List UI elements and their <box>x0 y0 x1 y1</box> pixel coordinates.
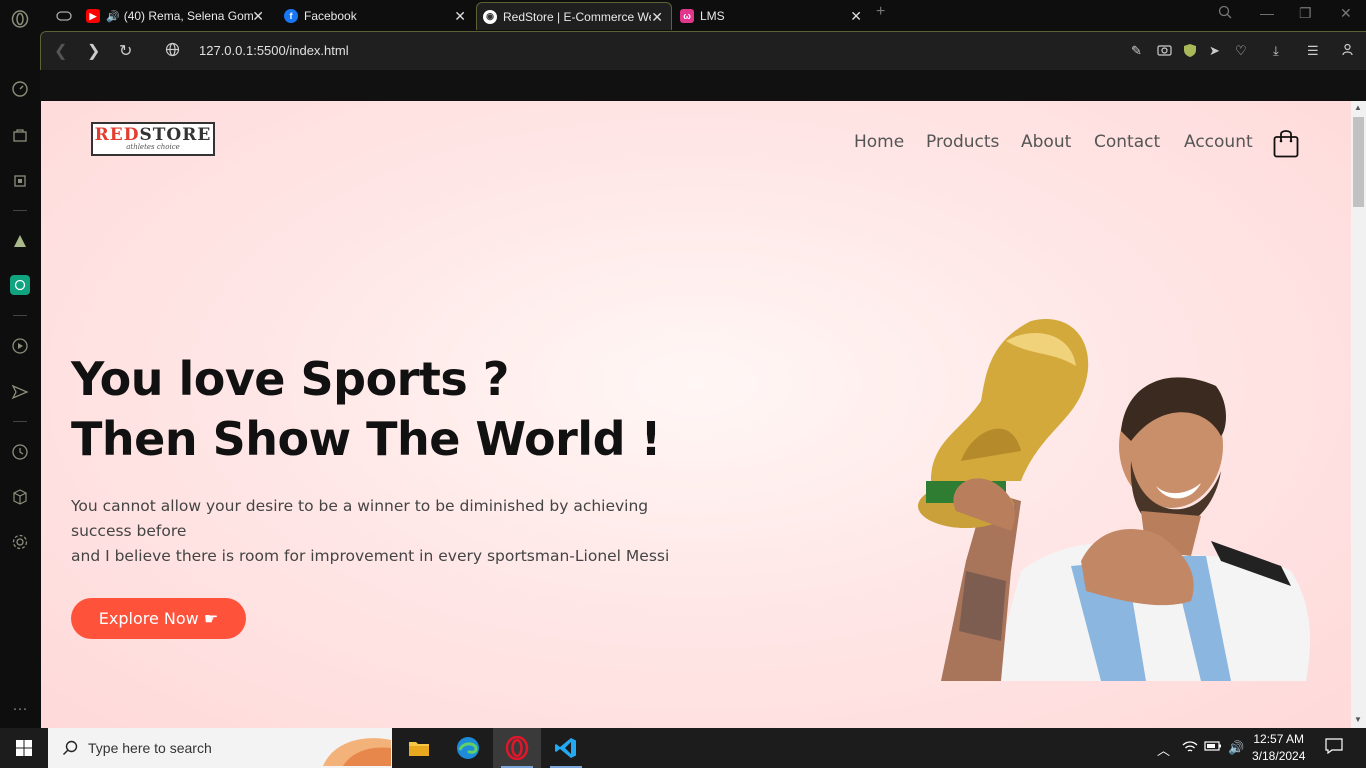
vscode-icon[interactable] <box>542 728 590 768</box>
opera-logo-icon[interactable] <box>10 9 30 29</box>
sidebar-divider <box>13 210 27 211</box>
url-field[interactable]: 127.0.0.1:5500/index.html <box>199 43 349 58</box>
edit-icon[interactable]: ✎ <box>1131 43 1142 59</box>
windows-start-icon[interactable] <box>0 728 48 768</box>
nav-about[interactable]: About <box>1021 132 1071 152</box>
forward-icon[interactable]: ❯ <box>87 41 100 61</box>
tab-redstore[interactable]: ◉ RedStore | E-Commerce We ✕ <box>476 2 672 30</box>
youtube-icon: ▶ <box>86 9 100 23</box>
system-clock[interactable]: 12:57 AM 3/18/2024 <box>1252 731 1305 765</box>
send-icon[interactable] <box>10 382 30 402</box>
hero-description: You cannot allow your desire to be a win… <box>71 497 670 565</box>
clock-time: 12:57 AM <box>1253 732 1305 746</box>
chip-icon[interactable] <box>10 171 30 191</box>
logo-tagline: athletes choice <box>126 143 180 151</box>
globe-icon: ◉ <box>483 9 497 24</box>
browser-sidebar: ··· <box>0 0 40 728</box>
page-scrollbar[interactable]: ▲ ▼ <box>1351 101 1366 728</box>
player-icon[interactable] <box>10 336 30 356</box>
sidebar-divider <box>13 421 27 422</box>
send-icon[interactable]: ➤ <box>1209 43 1220 59</box>
tab-title: Facebook <box>304 9 357 23</box>
opera-taskbar-icon[interactable] <box>493 728 541 768</box>
nav-contact[interactable]: Contact <box>1094 132 1160 152</box>
search-tabs-icon[interactable] <box>1218 5 1232 22</box>
search-icon <box>63 740 78 755</box>
profile-icon[interactable] <box>1341 43 1354 59</box>
settings-gear-icon[interactable] <box>10 532 30 552</box>
heart-icon[interactable]: ♡ <box>1235 43 1247 59</box>
speed-dial-icon[interactable] <box>10 79 30 99</box>
hero-title-line: You love Sports ? <box>71 352 509 406</box>
sidebar-divider <box>13 315 27 316</box>
facebook-icon: f <box>284 9 298 23</box>
nav-products[interactable]: Products <box>926 132 999 152</box>
vpn-shield-icon[interactable] <box>1183 43 1197 61</box>
site-info-globe-icon[interactable] <box>165 42 180 62</box>
tab-facebook[interactable]: f Facebook ✕ <box>278 2 474 30</box>
new-tab-icon[interactable]: + <box>876 3 885 21</box>
nav-account[interactable]: Account <box>1184 132 1253 152</box>
toolbar-spacer <box>40 70 1366 101</box>
search-highlight-icon <box>323 738 391 766</box>
tab-bar: ▶ 🔊 (40) Rema, Selena Gom ✕ f Facebook ✕… <box>40 0 1366 31</box>
redstore-logo[interactable]: REDSTORE athletes choice <box>91 122 215 156</box>
lms-icon: ω <box>680 9 694 23</box>
cart-icon[interactable] <box>1273 128 1299 158</box>
close-icon[interactable]: ✕ <box>850 8 862 25</box>
tab-title: RedStore | E-Commerce We <box>503 9 651 24</box>
tab-title: (40) Rema, Selena Gom <box>123 9 254 23</box>
close-icon[interactable]: ✕ <box>651 9 663 26</box>
notifications-icon[interactable] <box>1325 738 1343 757</box>
minimize-icon[interactable]: — <box>1260 5 1274 21</box>
window-close-icon[interactable]: ✕ <box>1340 5 1352 22</box>
hero-title-line: Then Show The World ! <box>71 412 662 466</box>
scroll-down-icon[interactable]: ▼ <box>1354 715 1362 724</box>
history-icon[interactable] <box>10 442 30 462</box>
battery-icon[interactable] <box>1204 740 1222 755</box>
clock-date: 3/18/2024 <box>1252 749 1306 763</box>
scroll-thumb[interactable] <box>1353 117 1364 207</box>
chatgpt-icon[interactable] <box>10 275 30 295</box>
edge-icon[interactable] <box>444 728 492 768</box>
tab-lms[interactable]: ω LMS ✕ <box>674 2 870 30</box>
workspace-gamepad-icon[interactable] <box>50 2 72 30</box>
close-icon[interactable]: ✕ <box>454 8 466 25</box>
aria-icon[interactable] <box>10 231 30 251</box>
restore-icon[interactable]: ❐ <box>1299 5 1312 22</box>
page-viewport: REDSTORE athletes choice Home Products A… <box>41 101 1351 728</box>
hero-player-trophy-image <box>918 319 1311 681</box>
taskbar: Type here to search ︿ 🔊 12:57 AM 3/18/20… <box>0 728 1366 768</box>
volume-icon[interactable]: 🔊 <box>1228 740 1244 756</box>
download-icon[interactable]: ⤓ <box>1273 43 1279 59</box>
search-placeholder: Type here to search <box>88 740 212 756</box>
address-bar: ❮ ❯ ↻ 127.0.0.1:5500/index.html ✎ ➤ ♡ ⤓ … <box>40 31 1366 70</box>
speaker-icon: 🔊 <box>106 10 120 23</box>
tray-chevron-up-icon[interactable]: ︿ <box>1157 740 1170 759</box>
reload-icon[interactable]: ↻ <box>119 41 132 61</box>
file-explorer-icon[interactable] <box>395 728 443 768</box>
nav-home[interactable]: Home <box>854 132 904 152</box>
cube-icon[interactable] <box>10 487 30 507</box>
camera-icon[interactable] <box>1157 43 1172 59</box>
explore-now-button[interactable]: Explore Now ☛ <box>71 598 246 639</box>
bag-icon[interactable] <box>10 125 30 145</box>
close-icon[interactable]: ✕ <box>252 8 264 25</box>
wifi-icon[interactable] <box>1182 740 1198 757</box>
tab-title: LMS <box>700 9 725 23</box>
easy-setup-icon[interactable]: ☰ <box>1307 43 1319 59</box>
taskbar-search[interactable]: Type here to search <box>48 728 392 768</box>
tab-youtube[interactable]: ▶ 🔊 (40) Rema, Selena Gom ✕ <box>80 2 272 30</box>
more-icon[interactable]: ··· <box>10 698 30 718</box>
hero-title: You love Sports ? Then Show The World ! <box>71 349 662 469</box>
back-icon[interactable]: ❮ <box>54 41 67 61</box>
scroll-up-icon[interactable]: ▲ <box>1354 103 1362 112</box>
